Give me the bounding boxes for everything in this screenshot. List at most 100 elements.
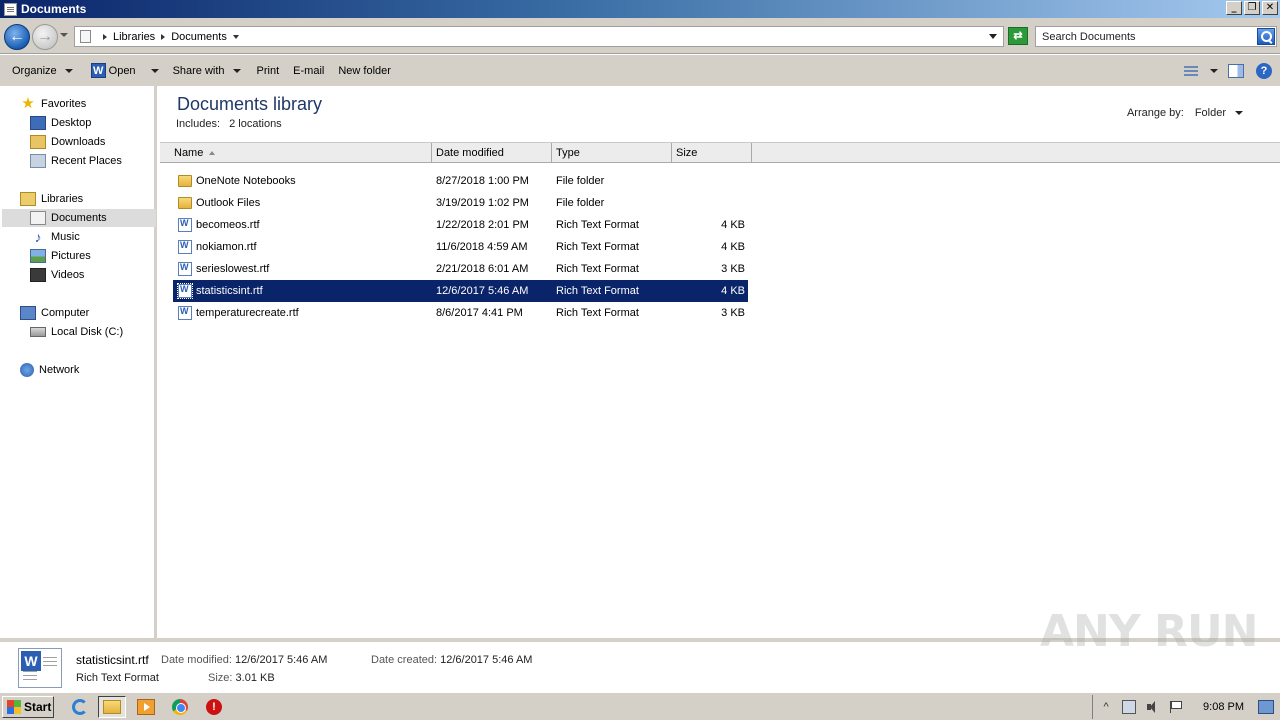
taskbar-chrome[interactable] bbox=[166, 696, 194, 718]
nav-documents[interactable]: Documents bbox=[2, 209, 156, 227]
taskbar-windows-explorer[interactable] bbox=[98, 696, 126, 718]
view-controls: ? bbox=[1178, 55, 1280, 86]
network-status-icon[interactable] bbox=[1122, 700, 1137, 714]
print-button[interactable]: Print bbox=[251, 59, 286, 83]
nav-recent-places[interactable]: Recent Places bbox=[30, 152, 122, 170]
file-date-modified: 11/6/2018 4:59 AM bbox=[436, 241, 528, 253]
view-options-dropdown[interactable] bbox=[1210, 68, 1218, 73]
nav-network[interactable]: Network bbox=[20, 361, 79, 379]
column-header-type[interactable]: Type bbox=[552, 143, 672, 162]
organize-label: Organize bbox=[12, 64, 57, 77]
nav-local-disk[interactable]: Local Disk (C:) bbox=[30, 323, 123, 341]
taskbar-internet-explorer[interactable] bbox=[66, 696, 94, 718]
file-name: OneNote Notebooks bbox=[196, 175, 296, 187]
nav-computer[interactable]: Computer bbox=[20, 304, 89, 322]
column-header-date[interactable]: Date modified bbox=[432, 143, 552, 162]
nav-label: Pictures bbox=[51, 250, 91, 262]
breadcrumb-dropdown-icon[interactable] bbox=[232, 34, 239, 39]
breadcrumb-libraries[interactable]: Libraries bbox=[113, 31, 155, 43]
file-row[interactable]: becomeos.rtf 1/22/2018 2:01 PM Rich Text F… bbox=[173, 214, 748, 236]
column-header-size[interactable]: Size bbox=[672, 143, 752, 162]
file-date-modified: 12/6/2017 5:46 AM bbox=[436, 285, 529, 297]
includes-label: Includes: bbox=[176, 118, 221, 130]
show-desktop-icon[interactable] bbox=[1258, 700, 1274, 714]
nav-libraries[interactable]: Libraries bbox=[20, 190, 83, 208]
details-created-label: Date created: bbox=[371, 654, 438, 666]
nav-music[interactable]: ♪ Music bbox=[30, 228, 80, 246]
column-headers: Name Date modified Type Size bbox=[160, 142, 1280, 163]
taskbar-clock[interactable]: 9:08 PM bbox=[1203, 701, 1244, 713]
nav-favorites[interactable]: ★ Favorites bbox=[20, 95, 86, 113]
share-with-label: Share with bbox=[172, 64, 225, 77]
documents-icon bbox=[30, 211, 46, 225]
back-button[interactable]: ← bbox=[4, 24, 30, 50]
folder-icon bbox=[178, 175, 192, 187]
library-title: Documents library bbox=[177, 94, 323, 114]
rtf-file-icon bbox=[178, 218, 192, 232]
show-hidden-icons-button[interactable]: ^ bbox=[1099, 700, 1113, 714]
nav-label: Downloads bbox=[51, 136, 106, 148]
word-icon: W bbox=[90, 63, 106, 78]
help-icon[interactable]: ? bbox=[1256, 62, 1272, 79]
change-view-icon[interactable] bbox=[1184, 65, 1200, 77]
nav-pictures[interactable]: Pictures bbox=[30, 247, 91, 265]
includes-locations-link[interactable]: 2 locations bbox=[229, 118, 282, 130]
nav-desktop[interactable]: Desktop bbox=[30, 114, 91, 132]
minimize-button[interactable]: _ bbox=[1226, 1, 1242, 15]
breadcrumb-separator-icon[interactable] bbox=[161, 33, 166, 40]
nav-videos[interactable]: Videos bbox=[30, 266, 84, 284]
file-row[interactable]: temperaturecreate.rtf 8/6/2017 4:41 PM Ric… bbox=[173, 302, 748, 324]
details-created: Date created: 12/6/2017 5:46 AM bbox=[371, 654, 532, 666]
search-icon[interactable] bbox=[1257, 28, 1275, 45]
chevron-down-icon[interactable] bbox=[1235, 111, 1243, 115]
file-row[interactable]: nokiamon.rtf 11/6/2018 4:59 AM Rich Text F… bbox=[173, 236, 748, 258]
taskbar-stop-app[interactable]: ! bbox=[200, 696, 228, 718]
volume-icon[interactable] bbox=[1145, 700, 1159, 714]
file-row[interactable]: statisticsint.rtf 12/6/2017 5:46 AM Rich T… bbox=[173, 280, 748, 302]
new-folder-button[interactable]: New folder bbox=[332, 59, 397, 83]
nav-label: Favorites bbox=[41, 98, 87, 110]
open-button[interactable]: W Open bbox=[85, 59, 165, 83]
preview-pane-icon[interactable] bbox=[1228, 63, 1244, 78]
arrange-by-label: Arrange by: bbox=[1126, 107, 1184, 119]
address-history-dropdown[interactable] bbox=[989, 34, 997, 39]
chevron-down-icon[interactable] bbox=[150, 68, 159, 73]
arrange-by-dropdown[interactable]: Folder bbox=[1195, 107, 1226, 119]
file-row[interactable]: Outlook Files 3/19/2019 1:02 PM File folde… bbox=[173, 192, 748, 214]
nav-downloads[interactable]: Downloads bbox=[30, 133, 105, 151]
organize-button[interactable]: Organize bbox=[6, 59, 79, 83]
details-size-value: 3.01 KB bbox=[235, 672, 275, 684]
videos-icon bbox=[30, 268, 46, 282]
file-size: 4 KB bbox=[721, 241, 745, 253]
start-button[interactable]: Start bbox=[2, 696, 54, 718]
file-row[interactable]: OneNote Notebooks 8/27/2018 1:00 PM File f… bbox=[173, 170, 748, 192]
file-size bbox=[676, 170, 745, 192]
share-with-button[interactable]: Share with bbox=[167, 59, 247, 83]
action-center-flag-icon[interactable] bbox=[1168, 700, 1183, 714]
forward-button[interactable]: → bbox=[32, 24, 58, 50]
restore-button[interactable]: ❐ bbox=[1244, 1, 1260, 15]
details-created-value[interactable]: 12/6/2017 5:46 AM bbox=[440, 654, 532, 666]
breadcrumb-documents[interactable]: Documents bbox=[171, 31, 227, 43]
taskbar-media-player[interactable] bbox=[132, 696, 160, 718]
address-field[interactable]: Libraries Documents bbox=[74, 26, 1004, 47]
details-modified-value[interactable]: 12/6/2017 5:46 AM bbox=[235, 654, 327, 666]
column-header-name[interactable]: Name bbox=[170, 143, 432, 162]
recent-pages-dropdown[interactable] bbox=[60, 33, 68, 37]
refresh-button[interactable]: ⇄ bbox=[1008, 27, 1028, 45]
file-size bbox=[676, 192, 745, 214]
breadcrumb-separator-icon[interactable] bbox=[103, 33, 107, 40]
music-note-icon: ♪ bbox=[34, 229, 42, 245]
file-size: 3 KB bbox=[721, 263, 745, 275]
downloads-folder-icon bbox=[30, 135, 46, 149]
email-button[interactable]: E-mail bbox=[287, 59, 330, 83]
address-bar: ← → Libraries Documents ⇄ Search Documen… bbox=[0, 18, 1280, 54]
details-file-type: Rich Text Format bbox=[76, 672, 159, 684]
file-row[interactable]: serieslowest.rtf 2/21/2018 6:01 AM Rich Te… bbox=[173, 258, 748, 280]
search-placeholder: Search Documents bbox=[1042, 30, 1136, 43]
search-input[interactable]: Search Documents bbox=[1035, 26, 1277, 47]
window-title: Documents bbox=[21, 2, 87, 16]
file-name: Outlook Files bbox=[196, 197, 261, 209]
close-button[interactable]: ✕ bbox=[1262, 1, 1278, 15]
file-date-modified: 8/27/2018 1:00 PM bbox=[436, 175, 529, 187]
